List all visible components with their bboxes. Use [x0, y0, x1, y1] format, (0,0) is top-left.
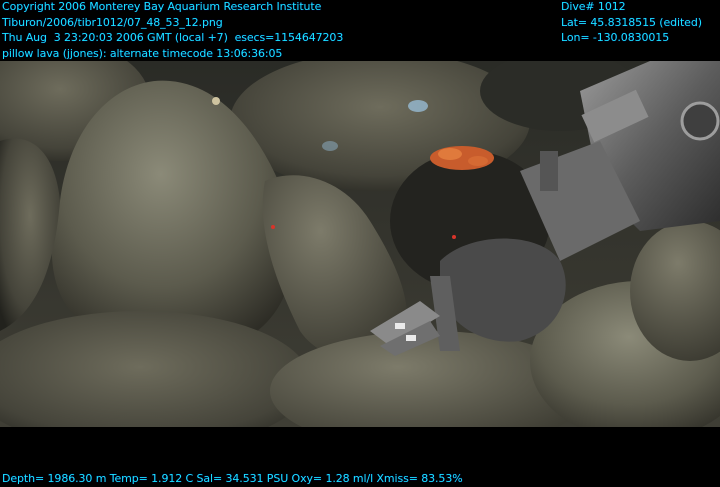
seafloor-video-frame	[0, 61, 720, 427]
telemetry-line: Depth= 1986.30 m Temp= 1.912 C Sal= 34.5…	[2, 472, 463, 485]
header-left-overlay: Copyright 2006 Monterey Bay Aquarium Res…	[2, 0, 343, 61]
latitude: Lat= 45.8318515 (edited)	[561, 15, 702, 29]
orange-sponge	[430, 146, 494, 170]
pale-organism	[322, 141, 338, 151]
dive-number: Dive# 1012	[561, 0, 626, 13]
header-right-overlay: Dive# 1012 Lat= 45.8318515 (edited) Lon=…	[561, 0, 702, 46]
annotation-line: pillow lava (jjones): alternate timecode…	[2, 46, 283, 60]
red-speck	[271, 225, 275, 229]
longitude: Lon= -130.0830015	[561, 31, 670, 44]
file-path-line: Tiburon/2006/tibr1012/07_48_53_12.png	[2, 15, 223, 29]
red-speck	[452, 235, 456, 239]
pale-organism	[408, 100, 428, 112]
datetime-line: Thu Aug 3 23:20:03 2006 GMT (local +7) e…	[2, 31, 344, 44]
telemetry-footer: Depth= 1986.30 m Temp= 1.912 C Sal= 34.5…	[2, 471, 463, 487]
copyright-line: Copyright 2006 Monterey Bay Aquarium Res…	[2, 0, 322, 13]
pale-organism	[212, 97, 220, 105]
